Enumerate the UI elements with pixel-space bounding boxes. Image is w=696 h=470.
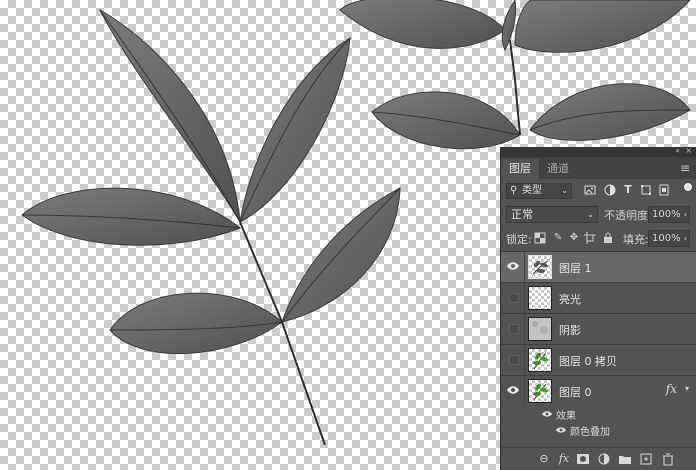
- fill-input[interactable]: 100% ›: [648, 230, 690, 247]
- effect-color-overlay: 颜色叠加: [570, 427, 610, 438]
- lock-transparent-pixels-icon[interactable]: [534, 232, 546, 244]
- layer-name: 图层 0: [559, 386, 592, 399]
- layer-thumbnail: [528, 317, 552, 341]
- lock-position-icon[interactable]: ✥: [568, 232, 580, 244]
- blend-mode-select[interactable]: 正常 ⌄: [506, 206, 598, 223]
- visibility-eye-icon[interactable]: [555, 425, 567, 435]
- visibility-toggle-off[interactable]: [509, 324, 519, 334]
- fx-icon[interactable]: fx: [557, 452, 571, 466]
- search-icon: ⚲: [510, 185, 518, 196]
- row-divider: [524, 345, 525, 375]
- layers-panel: « × 图层 通道 ≡ ⚲ 类型 ⌄ T 正常 ⌄ 不透明度: 100% › 锁…: [500, 146, 696, 470]
- layer-name: 图层 0 拷贝: [559, 355, 617, 368]
- layer-thumbnail: [528, 255, 552, 279]
- layer-row[interactable]: 图层 0 fx ▾: [501, 375, 696, 406]
- smart-object-filter-icon[interactable]: [657, 183, 671, 197]
- trash-icon[interactable]: [661, 452, 675, 466]
- image-filter-icon[interactable]: [583, 183, 597, 197]
- chevron-right-icon: ›: [683, 210, 687, 219]
- visibility-eye-icon[interactable]: [541, 409, 553, 419]
- effects-label: 效果: [556, 411, 576, 422]
- panel-tabs: 图层 通道 ≡: [501, 157, 696, 179]
- new-layer-icon[interactable]: [639, 452, 653, 466]
- folder-icon[interactable]: [618, 452, 632, 466]
- panel-top-strip: « ×: [501, 146, 696, 157]
- layer-row[interactable]: 阴影: [501, 313, 696, 344]
- expand-effects-icon[interactable]: ▾: [685, 384, 689, 393]
- effects-row[interactable]: 效果: [501, 406, 696, 422]
- lock-label: 锁定:: [506, 233, 532, 246]
- opacity-label: 不透明度:: [604, 209, 652, 222]
- layer-thumbnail: [528, 286, 552, 310]
- fill-value: 100%: [652, 233, 681, 244]
- row-divider: [524, 283, 525, 313]
- visibility-toggle-off[interactable]: [509, 355, 519, 365]
- layer-row[interactable]: 亮光: [501, 282, 696, 313]
- filter-toggle[interactable]: [684, 183, 692, 191]
- opacity-value: 100%: [652, 209, 681, 220]
- link-icon[interactable]: ⊖: [537, 452, 551, 466]
- visibility-toggle-off[interactable]: [509, 293, 519, 303]
- layer-thumbnail: [528, 379, 552, 403]
- mask-icon[interactable]: [576, 452, 590, 466]
- panel-menu-icon[interactable]: ≡: [680, 161, 690, 175]
- collapse-icon[interactable]: «: [675, 146, 680, 155]
- adjustment-icon[interactable]: [597, 452, 611, 466]
- layer-thumbnail: [528, 348, 552, 372]
- lock-all-icon[interactable]: [602, 232, 614, 244]
- visibility-eye-icon[interactable]: [506, 383, 520, 397]
- visibility-eye-icon[interactable]: [506, 259, 520, 273]
- tab-layers[interactable]: 图层: [501, 159, 539, 179]
- lock-artboard-icon[interactable]: [584, 232, 596, 244]
- layer-effects-badge[interactable]: fx: [666, 382, 677, 396]
- layer-name: 亮光: [559, 293, 581, 306]
- row-divider: [524, 376, 525, 406]
- lock-row: 锁定: ✎ ✥ 填充: 100% ›: [501, 227, 696, 251]
- type-filter-icon[interactable]: T: [621, 183, 635, 197]
- row-divider: [524, 252, 525, 282]
- panel-bottom-bar: ⊖ fx: [501, 447, 696, 470]
- lock-image-pixels-icon[interactable]: ✎: [552, 232, 564, 244]
- blend-mode-value: 正常: [511, 208, 533, 221]
- filter-row: ⚲ 类型 ⌄ T: [501, 179, 696, 203]
- chevron-down-icon: ⌄: [587, 210, 594, 219]
- layer-row[interactable]: 图层 1: [501, 251, 696, 282]
- opacity-input[interactable]: 100% ›: [648, 206, 690, 223]
- filter-kind-select[interactable]: ⚲ 类型 ⌄: [506, 183, 572, 199]
- layer-name: 阴影: [559, 324, 581, 337]
- close-icon[interactable]: ×: [685, 146, 692, 155]
- layer-name: 图层 1: [559, 262, 592, 275]
- chevron-down-icon: ⌄: [561, 186, 568, 195]
- adjustment-filter-icon[interactable]: [603, 183, 617, 197]
- leaf-shape: [339, 0, 506, 49]
- fill-label: 填充:: [623, 233, 649, 246]
- layer-row[interactable]: 图层 0 拷贝: [501, 344, 696, 375]
- chevron-right-icon: ›: [683, 234, 687, 243]
- blend-row: 正常 ⌄ 不透明度: 100% ›: [501, 203, 696, 227]
- tab-channels[interactable]: 通道: [539, 159, 577, 179]
- row-divider: [524, 314, 525, 344]
- shape-filter-icon[interactable]: [639, 183, 653, 197]
- effect-item-row[interactable]: 颜色叠加: [501, 422, 696, 438]
- filter-kind-label: 类型: [522, 185, 542, 196]
